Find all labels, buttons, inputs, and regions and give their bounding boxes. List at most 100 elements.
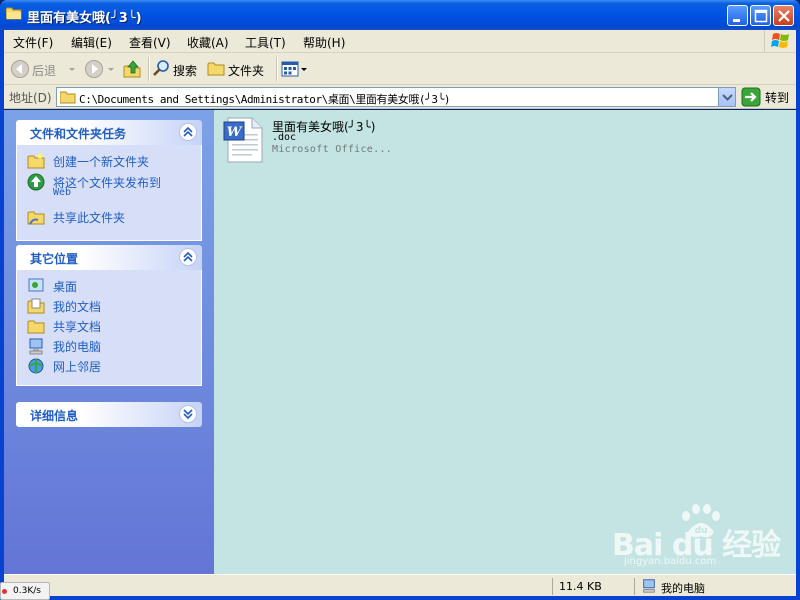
views-icon [281,61,307,77]
window-title: 里面有美女哦(╯3╰) [27,11,142,26]
status-size-cell: 11.4 KB [552,578,634,595]
forward-button[interactable] [84,59,120,79]
chevron-up-icon [183,126,193,137]
network-speed-badge: 0.3K/s [0,582,50,600]
status-bar: 象 11.4 KB 我的电脑 [4,574,796,596]
menu-edit[interactable]: 编辑(E) [71,34,112,51]
file-extension: .doc [272,132,297,143]
menu-bar: 文件(F) 编辑(E) 查看(V) 收藏(A) 工具(T) 帮助(H) [4,30,796,53]
expand-button[interactable] [179,405,197,423]
file-item[interactable]: W 里面有美女哦(╯3╰) .doc Microsoft Office... [214,110,434,166]
panel-header[interactable]: 其它位置 [16,245,202,270]
folder-icon [27,320,45,334]
file-type: Microsoft Office... [272,144,393,155]
go-button[interactable]: 转到 [741,87,793,107]
status-zone: 我的电脑 [661,582,705,595]
forward-arrow-icon [85,60,103,78]
panel-header[interactable]: 详细信息 [16,402,202,427]
chevron-up-icon [183,251,193,262]
search-label: 搜索 [173,64,198,78]
watermark: du Bai du 经验 jingyan.baidu.com [612,504,782,570]
chevron-down-icon [108,68,114,71]
panel-body: 桌面 我的文档 共享文档 我的电脑 网上邻居 [16,270,202,386]
maximize-button[interactable] [750,5,771,26]
desktop-icon [28,278,44,292]
status-size: 11.4 KB [559,580,602,593]
new-folder-icon [27,153,45,169]
panel-title: 文件和文件夹任务 [30,127,127,141]
other-places-panel: 其它位置 桌面 我的文档 共享文档 我的电脑 网上邻居 [16,245,202,386]
windows-logo [764,30,796,52]
panel-title: 详细信息 [30,409,79,423]
toolbar: 后退 搜索 文件夹 [4,53,796,85]
my-documents-icon [27,298,45,314]
chevron-down-icon [183,409,193,420]
minimize-icon [733,19,740,22]
search-icon [153,60,169,76]
minimize-button[interactable] [727,5,748,26]
address-path: C:\Documents and Settings\Administrator\… [79,93,451,106]
close-button[interactable] [773,5,794,26]
collapse-button[interactable] [179,248,197,266]
panel-header[interactable]: 文件和文件夹任务 [16,120,202,145]
address-bar: 地址(D) C:\Documents and Settings\Administ… [4,85,796,109]
up-folder-icon [123,60,141,78]
task-label-line2: Web [53,187,72,198]
details-panel: 详细信息 [16,402,202,427]
chevron-down-icon [722,94,733,101]
toolbar-separator [276,57,278,81]
back-button[interactable]: 后退 [10,59,80,79]
place-label: 网上邻居 [53,360,102,374]
collapse-button[interactable] [179,123,197,141]
folder-icon [6,7,22,20]
views-button[interactable] [281,59,309,79]
folder-icon [207,62,225,76]
window-frame-bottom [0,596,800,600]
title-bar[interactable]: 里面有美女哦(╯3╰) [0,0,800,30]
toolbar-separator [148,57,150,81]
back-arrow-icon [11,60,29,78]
file-tasks-panel: 文件和文件夹任务 创建一个新文件夹 将这个文件夹发布到 Web 共享此文件夹 [16,120,202,241]
search-button[interactable]: 搜索 [152,59,204,79]
network-icon [28,358,44,374]
close-icon [778,10,790,22]
go-arrow-icon [741,87,761,107]
status-dot-icon [2,589,7,594]
watermark-url: jingyan.baidu.com [624,556,717,567]
svg-text:W: W [227,125,243,140]
address-input[interactable]: C:\Documents and Settings\Administrator\… [56,87,736,107]
menu-file[interactable]: 文件(F) [13,34,53,51]
globe-arrow-icon [27,173,45,191]
speed-text: 0.3K/s [13,586,41,596]
folders-label: 文件夹 [228,64,265,78]
place-label: 我的文档 [53,300,102,314]
menu-favorites[interactable]: 收藏(A) [187,34,229,51]
menu-view[interactable]: 查看(V) [129,34,171,51]
task-label: 创建一个新文件夹 [53,155,150,169]
place-label: 我的电脑 [53,340,102,354]
up-folder-button[interactable] [122,59,144,79]
address-dropdown-button[interactable] [718,88,735,106]
place-label: 桌面 [53,280,78,294]
maximize-icon [754,9,768,23]
status-zone-cell: 我的电脑 [634,578,796,595]
address-label: 地址(D) [9,91,52,105]
window-frame-right [796,30,800,600]
task-pane: 文件和文件夹任务 创建一个新文件夹 将这个文件夹发布到 Web 共享此文件夹 其 [4,110,214,574]
word-document-icon: W [223,117,263,163]
menu-tools[interactable]: 工具(T) [245,34,286,51]
panel-title: 其它位置 [30,252,79,266]
shared-folder-icon [27,211,45,225]
go-label: 转到 [765,91,790,105]
menu-help[interactable]: 帮助(H) [303,34,345,51]
folders-button[interactable]: 文件夹 [207,59,272,79]
file-list-area[interactable]: W 里面有美女哦(╯3╰) .doc Microsoft Office... d… [214,110,796,574]
place-label: 共享文档 [53,320,102,334]
back-label: 后退 [32,64,57,78]
chevron-down-icon [69,68,75,71]
folder-icon [60,91,76,104]
my-computer-icon [643,579,655,593]
my-computer-icon [29,338,43,355]
task-label: 共享此文件夹 [53,211,126,225]
panel-body: 创建一个新文件夹 将这个文件夹发布到 Web 共享此文件夹 [16,145,202,241]
